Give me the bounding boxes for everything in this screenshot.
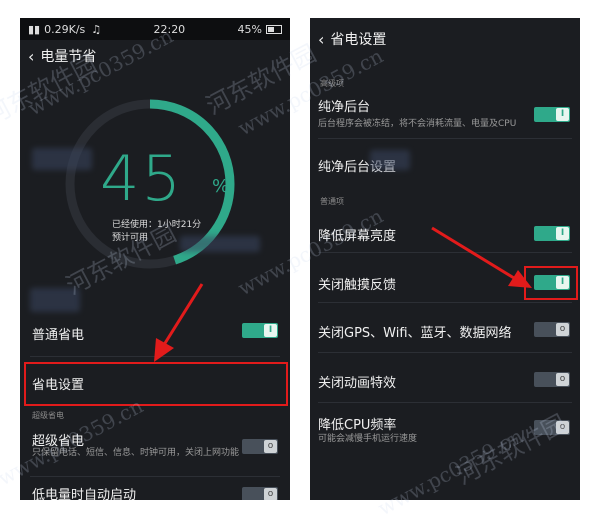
divider — [318, 138, 572, 139]
pure-bg-toggle[interactable]: I — [534, 107, 570, 122]
super-saving-toggle[interactable]: o — [242, 439, 278, 454]
close-haptic-label: 关闭触摸反馈 — [318, 278, 397, 293]
page-header: ‹ 省电设置 — [310, 20, 580, 58]
close-connectivity-label: 关闭GPS、Wifi、蓝牙、数据网络 — [318, 326, 512, 341]
close-connectivity-toggle[interactable]: o — [534, 322, 570, 337]
super-section-header: 超级省电 — [32, 411, 64, 420]
signal-icon: ▮▮ — [28, 22, 41, 36]
pure-bg-desc: 后台程序会被冻结，将不会消耗流量、电量及CPU — [318, 119, 517, 129]
back-arrow-icon[interactable]: ‹ — [28, 47, 34, 66]
page-title: 省电设置 — [330, 32, 387, 48]
toggle-off-icon: o — [264, 440, 277, 453]
toggle-off-icon: o — [556, 373, 569, 386]
blurred-region — [370, 150, 410, 170]
close-animation-toggle[interactable]: o — [534, 372, 570, 387]
toggle-on-icon: I — [556, 108, 569, 121]
divider — [318, 402, 572, 403]
toggle-on-icon: I — [264, 324, 277, 337]
divider — [30, 476, 280, 477]
highlight-box — [24, 362, 288, 406]
battery-percent: 45% — [237, 22, 262, 36]
network-speed: 0.29K/s — [44, 22, 86, 36]
low-battery-auto-toggle[interactable]: o — [242, 487, 278, 500]
battery-percent-value: 45 — [100, 142, 183, 215]
toggle-off-icon: o — [264, 488, 277, 500]
normal-saving-toggle[interactable]: I — [242, 323, 278, 338]
toggle-on-icon: I — [556, 227, 569, 240]
battery-icon — [266, 24, 282, 34]
normal-saving-label: 普通省电 — [32, 328, 85, 343]
music-icon: ♫ — [91, 22, 102, 36]
lower-cpu-desc: 可能会减慢手机运行速度 — [318, 434, 418, 444]
blurred-region — [180, 236, 260, 252]
pure-bg-label: 纯净后台 — [318, 100, 371, 115]
lower-brightness-toggle[interactable]: I — [534, 226, 570, 241]
divider — [318, 352, 572, 353]
blurred-region — [32, 148, 92, 170]
close-animation-label: 关闭动画特效 — [318, 376, 397, 391]
red-arrow-icon — [431, 226, 532, 288]
back-arrow-icon[interactable]: ‹ — [318, 30, 324, 49]
normal-section-header: 普通项 — [320, 197, 344, 206]
percent-sign: % — [212, 176, 230, 197]
red-arrow-icon — [154, 283, 204, 362]
low-battery-auto-label: 低电量时自动启动 — [32, 488, 137, 500]
toggle-off-icon: o — [556, 323, 569, 336]
divider — [318, 302, 572, 303]
